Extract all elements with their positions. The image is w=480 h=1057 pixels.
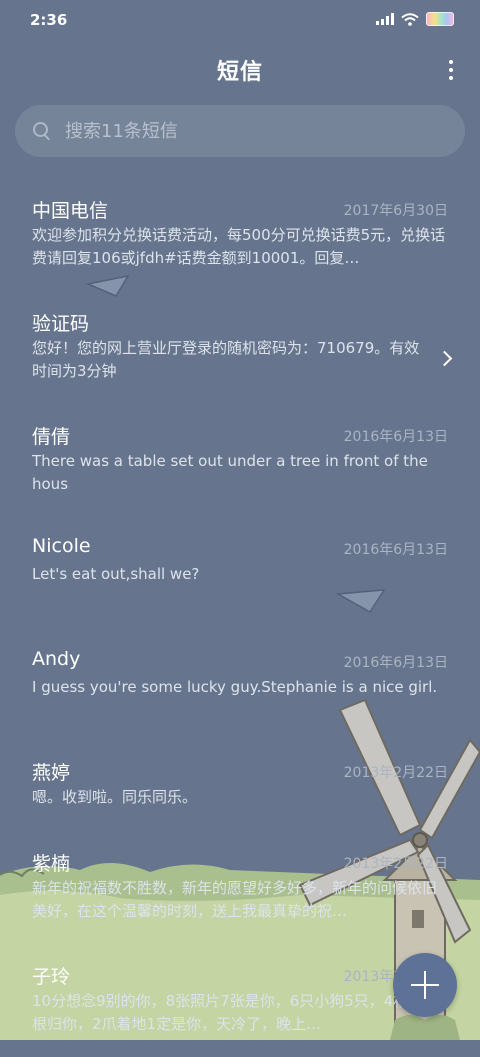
search-icon	[33, 122, 51, 141]
message-preview: There was a table set out under a tree i…	[32, 452, 428, 493]
header: 短信	[0, 54, 480, 88]
page-title: 短信	[216, 60, 263, 85]
status-bar: 2:36	[0, 0, 480, 42]
message-preview: 新年的祝福数不胜数，新年的愿望好多好多，新年的问候依旧美好，在这个温馨的时刻，送…	[32, 879, 438, 920]
message-list: 中国电信 2017年6月30日 欢迎参加积分兑换话费活动，每500分可兑换话费5…	[0, 178, 480, 1057]
message-preview: I guess you're some lucky guy.Stephanie …	[32, 678, 438, 696]
message-preview: Let's eat out,shall we?	[32, 565, 200, 583]
status-icons	[376, 12, 454, 26]
list-item[interactable]: 倩倩 2016年6月13日 There was a table set out …	[0, 404, 480, 517]
wifi-icon	[401, 12, 419, 26]
sender-name: 燕婷	[32, 762, 71, 784]
list-item[interactable]: Nicole 2016年6月13日 Let's eat out,shall we…	[0, 517, 480, 630]
message-date: 2016年6月13日	[343, 655, 448, 671]
signal-icon	[376, 13, 394, 25]
list-item[interactable]: 中国电信 2017年6月30日 欢迎参加积分兑换话费活动，每500分可兑换话费5…	[0, 178, 480, 291]
message-date: 2013年2月22日	[343, 856, 448, 872]
message-preview: 欢迎参加积分兑换话费活动，每500分可兑换话费5元，兑换话费请回复106或jfd…	[32, 226, 446, 267]
message-date: 2013年2月22日	[343, 765, 448, 781]
compose-button[interactable]	[393, 953, 457, 1017]
message-date: 2016年6月13日	[343, 429, 448, 445]
search-bar[interactable]	[15, 105, 465, 157]
list-item[interactable]: 燕婷 2013年2月22日 嗯。收到啦。同乐同乐。	[0, 740, 480, 831]
message-preview: 嗯。收到啦。同乐同乐。	[32, 788, 198, 806]
sender-name: 紫楠	[32, 853, 71, 875]
sender-name: 中国电信	[32, 200, 109, 222]
message-date: 2016年6月13日	[343, 542, 448, 558]
list-item[interactable]: 验证码 您好！您的网上营业厅登录的随机密码为：710679。有效时间为3分钟	[0, 291, 480, 404]
sender-name: Nicole	[32, 535, 91, 557]
more-vert-icon[interactable]	[448, 60, 454, 82]
sender-name: 验证码	[32, 313, 90, 335]
message-date: 2017年6月30日	[343, 203, 448, 219]
search-input[interactable]	[63, 119, 427, 143]
sender-name: 倩倩	[32, 426, 71, 448]
chevron-right-icon	[436, 350, 453, 367]
battery-icon	[426, 12, 454, 26]
sender-name: Andy	[32, 648, 81, 670]
status-time: 2:36	[30, 11, 68, 29]
list-item[interactable]: Andy 2016年6月13日 I guess you're some luck…	[0, 630, 480, 740]
sender-name: 子玲	[32, 966, 71, 988]
message-preview: 10分想念9别的你，8张照片7张是你，6只小狗5只，4根骨头3根归你，2爪着地1…	[32, 992, 448, 1033]
message-preview: 您好！您的网上营业厅登录的随机密码为：710679。有效时间为3分钟	[32, 339, 420, 380]
list-item[interactable]: 紫楠 2013年2月22日 新年的祝福数不胜数，新年的愿望好多好多，新年的问候依…	[0, 831, 480, 944]
